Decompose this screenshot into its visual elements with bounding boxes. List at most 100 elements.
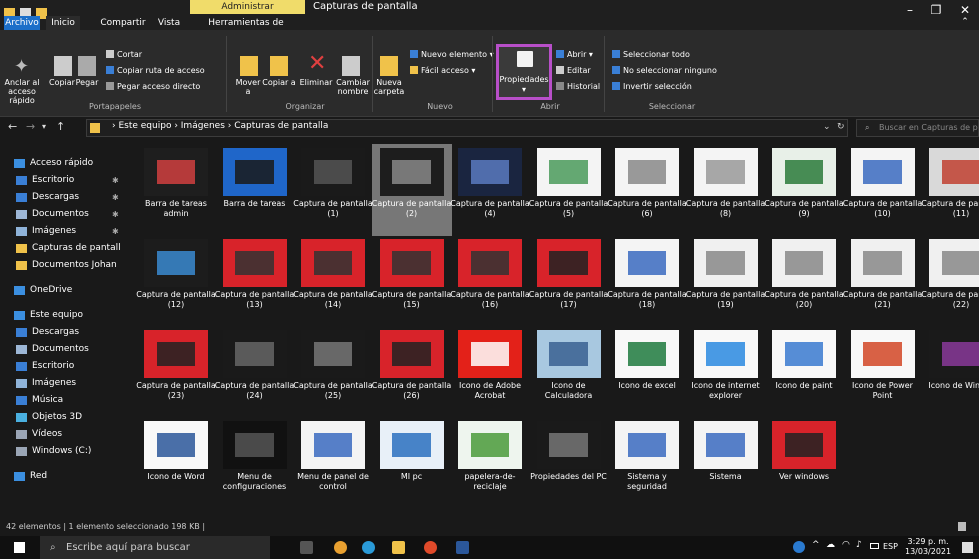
nav-item[interactable]: Documentos: [16, 344, 89, 354]
pin-icon[interactable]: ✱: [112, 210, 119, 219]
file-item[interactable]: Captura de pantalla (14): [293, 235, 373, 327]
file-item[interactable]: Captura de pantalla (4): [450, 144, 530, 236]
windows-start-icon[interactable]: [14, 542, 25, 553]
nav-item[interactable]: Descargas: [16, 327, 79, 337]
file-item[interactable]: Captura de pantalla (2): [371, 144, 452, 236]
file-item[interactable]: Captura de pantalla (17): [529, 235, 609, 327]
file-item[interactable]: Captura de pantalla (11): [921, 144, 979, 236]
new-item-button[interactable]: Nuevo elemento ▾: [410, 50, 494, 60]
search-input[interactable]: ⌕ Buscar en Capturas de p...: [856, 119, 979, 137]
nav-item[interactable]: Imágenes: [16, 226, 76, 236]
rename-button[interactable]: Cambiar nombre: [334, 78, 372, 96]
people-icon[interactable]: [793, 541, 805, 553]
notifications-icon[interactable]: [962, 542, 973, 553]
copy-to-button[interactable]: Copiar a: [262, 78, 296, 87]
file-item[interactable]: Captura de pantalla (19): [686, 235, 766, 327]
file-item[interactable]: Captura de pantalla (12): [136, 235, 216, 327]
file-item[interactable]: Ver windows: [764, 417, 844, 509]
file-item[interactable]: Captura de pantalla (8): [686, 144, 766, 236]
nav-item[interactable]: Acceso rápido: [14, 158, 93, 168]
file-item[interactable]: Propiedades del PC: [529, 417, 609, 509]
file-item[interactable]: Icono de internet explorer: [686, 326, 766, 418]
clock[interactable]: 3:29 p. m. 13/03/2021: [905, 537, 951, 557]
tray-chevron-icon[interactable]: ^: [812, 540, 820, 550]
taskbar-search-input[interactable]: ⌕ Escribe aquí para buscar: [40, 536, 270, 559]
file-item[interactable]: Captura de pantalla (10): [843, 144, 923, 236]
new-folder-button[interactable]: Nueva carpeta: [372, 78, 406, 96]
nav-item[interactable]: Escritorio: [16, 175, 74, 185]
battery-icon[interactable]: [870, 543, 879, 549]
nav-item[interactable]: Capturas de pantall: [16, 243, 121, 253]
chrome-icon[interactable]: [334, 541, 347, 554]
tab-compartir[interactable]: Compartir: [98, 16, 148, 30]
select-all-button[interactable]: Seleccionar todo: [612, 50, 690, 60]
chevron-down-icon[interactable]: ⌄: [823, 122, 831, 132]
file-item[interactable]: Icono de Calculadora: [529, 326, 609, 418]
details-view-icon[interactable]: [958, 522, 966, 531]
properties-button[interactable]: Propiedades ▾: [496, 44, 552, 100]
file-item[interactable]: Sistema: [686, 417, 766, 509]
file-item[interactable]: Sistema y seguridad: [607, 417, 687, 509]
cut-button[interactable]: Cortar: [106, 50, 142, 60]
ribbon-collapse-icon[interactable]: ⌃: [955, 17, 975, 27]
nav-item[interactable]: Vídeos: [16, 429, 62, 439]
cloud-icon[interactable]: ☁: [826, 540, 835, 550]
file-item[interactable]: Captura de pantalla (21): [843, 235, 923, 327]
select-none-button[interactable]: No seleccionar ninguno: [612, 66, 717, 76]
file-item[interactable]: Captura de pantalla (23): [136, 326, 216, 418]
open-button[interactable]: Abrir ▾: [556, 50, 593, 60]
file-item[interactable]: Barra de tareas admin: [136, 144, 216, 236]
file-item[interactable]: Captura de pantalla (5): [529, 144, 609, 236]
paste-shortcut-button[interactable]: Pegar acceso directo: [106, 82, 200, 92]
up-icon[interactable]: ↑: [56, 120, 65, 133]
nav-item[interactable]: Documentos: [16, 209, 89, 219]
nav-item[interactable]: OneDrive: [14, 285, 72, 295]
forward-icon[interactable]: →: [26, 120, 35, 133]
file-item[interactable]: papelera-de-reciclaje: [450, 417, 530, 509]
nav-item[interactable]: Imágenes: [16, 378, 76, 388]
maximize-button[interactable]: ❐: [926, 3, 946, 17]
tab-archivo[interactable]: Archivo: [4, 16, 40, 30]
nav-item[interactable]: Windows (C:): [16, 446, 91, 456]
file-item[interactable]: Captura de pantalla (15): [372, 235, 452, 327]
file-item[interactable]: Captura de pantalla (13): [215, 235, 295, 327]
back-icon[interactable]: ←: [8, 120, 17, 133]
pin-icon[interactable]: ✱: [112, 176, 119, 185]
nav-item[interactable]: Documentos Johan: [16, 260, 117, 270]
file-item[interactable]: Captura de pantalla (1): [293, 144, 373, 236]
file-item[interactable]: Menu de configuraciones: [215, 417, 295, 509]
history-button[interactable]: Historial: [556, 82, 600, 92]
word-icon[interactable]: [456, 541, 469, 554]
breadcrumb-item[interactable]: Este equipo: [118, 121, 171, 131]
wifi-icon[interactable]: ◠: [842, 540, 850, 550]
tab-herramientas-imagen[interactable]: Herramientas de imagen: [196, 16, 296, 42]
file-item[interactable]: Menu de panel de control: [293, 417, 373, 509]
file-item[interactable]: Captura de pantalla (24): [215, 326, 295, 418]
file-item[interactable]: Icono de excel: [607, 326, 687, 418]
file-item[interactable]: Icono de Adobe Acrobat: [450, 326, 530, 418]
breadcrumb-item[interactable]: Capturas de pantalla: [234, 121, 328, 131]
move-to-button[interactable]: Mover a: [232, 78, 264, 96]
file-explorer-icon[interactable]: [392, 541, 405, 554]
file-item[interactable]: Icono de Power Point: [843, 326, 923, 418]
easy-access-button[interactable]: Fácil acceso ▾: [410, 66, 475, 76]
nav-item[interactable]: Este equipo: [14, 310, 83, 320]
task-view-icon[interactable]: [300, 541, 313, 554]
copy-path-button[interactable]: Copiar ruta de acceso: [106, 66, 205, 76]
pin-icon[interactable]: ✱: [112, 227, 119, 236]
tab-inicio[interactable]: Inicio: [46, 16, 80, 30]
file-item[interactable]: Captura de pantalla (25): [293, 326, 373, 418]
recent-chevron-icon[interactable]: ▾: [42, 122, 46, 131]
file-item[interactable]: Icono de paint: [764, 326, 844, 418]
file-item[interactable]: Captura de pantalla (6): [607, 144, 687, 236]
language-indicator[interactable]: ESP: [883, 542, 898, 551]
nav-item[interactable]: Red: [14, 471, 47, 481]
pin-quick-access-button[interactable]: Anclar al acceso rápido: [0, 78, 44, 105]
edit-button[interactable]: Editar: [556, 66, 591, 76]
file-item[interactable]: Captura de pantalla (26): [372, 326, 452, 418]
nav-item[interactable]: Objetos 3D: [16, 412, 82, 422]
file-item[interactable]: Captura de pantalla (9): [764, 144, 844, 236]
file-item[interactable]: MI pc: [372, 417, 452, 509]
browser-icon[interactable]: [424, 541, 437, 554]
delete-button[interactable]: Eliminar: [296, 78, 336, 87]
